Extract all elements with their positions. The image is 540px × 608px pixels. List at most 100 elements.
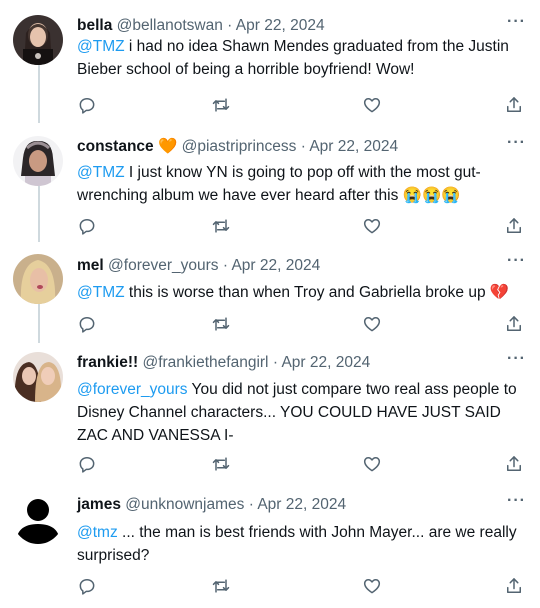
retweet-icon xyxy=(211,216,231,236)
broken-heart-emoji: 💔 xyxy=(489,284,510,301)
retweet-button[interactable] xyxy=(211,314,231,334)
display-name[interactable]: james xyxy=(77,496,121,513)
tweet-text-line: Disney Channel characters... YOU COULD H… xyxy=(77,404,501,421)
like-button[interactable] xyxy=(362,454,382,474)
tweet-header: constance 🧡 @piastriprincess · Apr 22, 2… xyxy=(77,137,398,157)
tweet[interactable]: james @unknownjames · Apr 22, 2024 ··· @… xyxy=(0,493,540,604)
avatar[interactable] xyxy=(13,352,63,402)
separator: · xyxy=(222,257,229,274)
timestamp[interactable]: Apr 22, 2024 xyxy=(231,257,320,274)
username[interactable]: @bellanotswan xyxy=(117,17,223,34)
tweet-text-line: surprised? xyxy=(77,547,150,564)
username[interactable]: @unknownjames xyxy=(125,496,244,513)
share-icon xyxy=(504,576,524,596)
avatar[interactable] xyxy=(13,136,63,186)
display-name[interactable]: frankie!! xyxy=(77,354,138,371)
tweet-header: mel @forever_yours · Apr 22, 2024 xyxy=(77,256,320,276)
avatar[interactable] xyxy=(13,15,63,65)
tweet-text-line: wrenching album we have ever heard after… xyxy=(77,187,399,204)
action-bar xyxy=(77,454,527,474)
tweet[interactable]: frankie!! @frankiethefangirl · Apr 22, 2… xyxy=(0,351,540,477)
like-button[interactable] xyxy=(362,95,382,115)
more-options-button[interactable]: ··· xyxy=(507,351,526,367)
like-icon xyxy=(362,216,382,236)
timestamp[interactable]: Apr 22, 2024 xyxy=(236,17,325,34)
reply-button[interactable] xyxy=(77,314,97,334)
timestamp[interactable]: Apr 22, 2024 xyxy=(309,138,398,155)
like-icon xyxy=(362,95,382,115)
reply-icon xyxy=(77,95,97,115)
like-icon xyxy=(362,576,382,596)
share-button[interactable] xyxy=(504,95,524,115)
crying-emoji: 😭😭😭 xyxy=(402,187,461,204)
separator: · xyxy=(248,496,254,513)
tweet[interactable]: bella @bellanotswan · Apr 22, 2024 ··· @… xyxy=(0,14,540,125)
tweet-text: @TMZ this is worse than when Troy and Ga… xyxy=(77,281,527,304)
share-button[interactable] xyxy=(504,576,524,596)
tweet-header: james @unknownjames · Apr 22, 2024 xyxy=(77,495,346,515)
reply-icon xyxy=(77,216,97,236)
reply-button[interactable] xyxy=(77,576,97,596)
reply-button[interactable] xyxy=(77,95,97,115)
share-button[interactable] xyxy=(504,314,524,334)
mention-link[interactable]: @TMZ xyxy=(77,38,125,55)
mention-link[interactable]: @tmz xyxy=(77,524,118,541)
separator: · xyxy=(272,354,278,371)
retweet-icon xyxy=(211,95,231,115)
reply-icon xyxy=(77,314,97,334)
mention-link[interactable]: @forever_yours xyxy=(77,381,188,398)
like-icon xyxy=(362,314,382,334)
share-icon xyxy=(504,216,524,236)
tweet[interactable]: constance 🧡 @piastriprincess · Apr 22, 2… xyxy=(0,135,540,246)
tweet-header: bella @bellanotswan · Apr 22, 2024 xyxy=(77,16,325,36)
username[interactable]: @forever_yours xyxy=(108,257,219,274)
tweet-text: @tmz ... the man is best friends with Jo… xyxy=(77,521,527,567)
separator: · xyxy=(300,138,306,155)
like-icon xyxy=(362,454,382,474)
action-bar xyxy=(77,95,527,115)
timestamp[interactable]: Apr 22, 2024 xyxy=(281,354,370,371)
action-bar xyxy=(77,314,527,334)
more-options-button[interactable]: ··· xyxy=(507,253,526,269)
tweet-text-line: ZAC AND VANESSA I- xyxy=(77,427,234,444)
like-button[interactable] xyxy=(362,576,382,596)
retweet-button[interactable] xyxy=(211,95,231,115)
share-icon xyxy=(504,454,524,474)
avatar[interactable] xyxy=(13,494,63,544)
tweet-text-line: this is worse than when Troy and Gabriel… xyxy=(128,284,486,301)
like-button[interactable] xyxy=(362,216,382,236)
tweet-text-line: i had no idea Shawn Mendes graduated fro… xyxy=(128,38,509,55)
display-name[interactable]: constance xyxy=(77,138,154,155)
username[interactable]: @piastriprincess xyxy=(182,138,297,155)
more-options-button[interactable]: ··· xyxy=(507,14,526,30)
mention-link[interactable]: @TMZ xyxy=(77,284,125,301)
heart-emoji: 🧡 xyxy=(157,138,178,155)
more-options-button[interactable]: ··· xyxy=(507,135,526,151)
tweet-text-line: You did not just compare two real ass pe… xyxy=(191,381,517,398)
tweet-text-line: ... the man is best friends with John Ma… xyxy=(122,524,517,541)
tweet[interactable]: mel @forever_yours · Apr 22, 2024 ··· @T… xyxy=(0,253,540,344)
display-name[interactable]: mel xyxy=(77,257,104,274)
share-button[interactable] xyxy=(504,454,524,474)
reply-button[interactable] xyxy=(77,454,97,474)
action-bar xyxy=(77,216,527,236)
retweet-icon xyxy=(211,576,231,596)
retweet-button[interactable] xyxy=(211,216,231,236)
tweet-text-line: Bieber school of being a horrible boyfri… xyxy=(77,61,415,78)
more-options-button[interactable]: ··· xyxy=(507,493,526,509)
tweet-header: frankie!! @frankiethefangirl · Apr 22, 2… xyxy=(77,353,370,373)
mention-link[interactable]: @TMZ xyxy=(77,164,125,181)
retweet-icon xyxy=(211,454,231,474)
tweet-text-line: I just know YN is going to pop off with … xyxy=(128,164,481,181)
share-button[interactable] xyxy=(504,216,524,236)
username[interactable]: @frankiethefangirl xyxy=(142,354,268,371)
like-button[interactable] xyxy=(362,314,382,334)
retweet-icon xyxy=(211,314,231,334)
retweet-button[interactable] xyxy=(211,454,231,474)
tweet-text: @TMZ I just know YN is going to pop off … xyxy=(77,161,527,207)
reply-button[interactable] xyxy=(77,216,97,236)
timestamp[interactable]: Apr 22, 2024 xyxy=(257,496,346,513)
display-name[interactable]: bella xyxy=(77,17,112,34)
avatar[interactable] xyxy=(13,254,63,304)
retweet-button[interactable] xyxy=(211,576,231,596)
